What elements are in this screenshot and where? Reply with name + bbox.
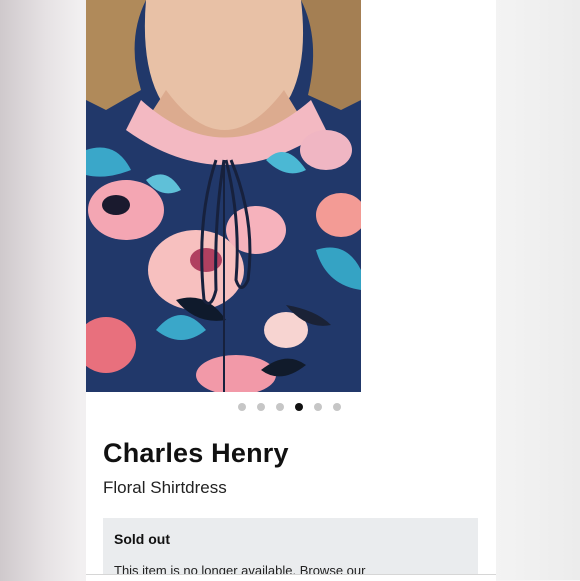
carousel-dot[interactable] xyxy=(314,403,322,411)
carousel-dot[interactable] xyxy=(238,403,246,411)
product-photo[interactable] xyxy=(86,0,361,392)
photo-margin xyxy=(361,0,496,392)
product-card: Charles Henry Floral Shirtdress Sold out… xyxy=(86,0,496,580)
sold-out-label: Sold out xyxy=(114,531,170,547)
carousel-dot[interactable] xyxy=(333,403,341,411)
availability-notice: Sold out This item is no longer availabl… xyxy=(103,518,478,580)
carousel-dot[interactable] xyxy=(276,403,284,411)
product-brand[interactable]: Charles Henry xyxy=(103,438,289,469)
floral-dress-image xyxy=(86,0,361,392)
carousel-dot-active[interactable] xyxy=(295,403,303,411)
product-name: Floral Shirtdress xyxy=(103,478,227,497)
backdrop xyxy=(496,0,580,580)
carousel-dots[interactable] xyxy=(238,403,341,411)
carousel-dot[interactable] xyxy=(257,403,265,411)
